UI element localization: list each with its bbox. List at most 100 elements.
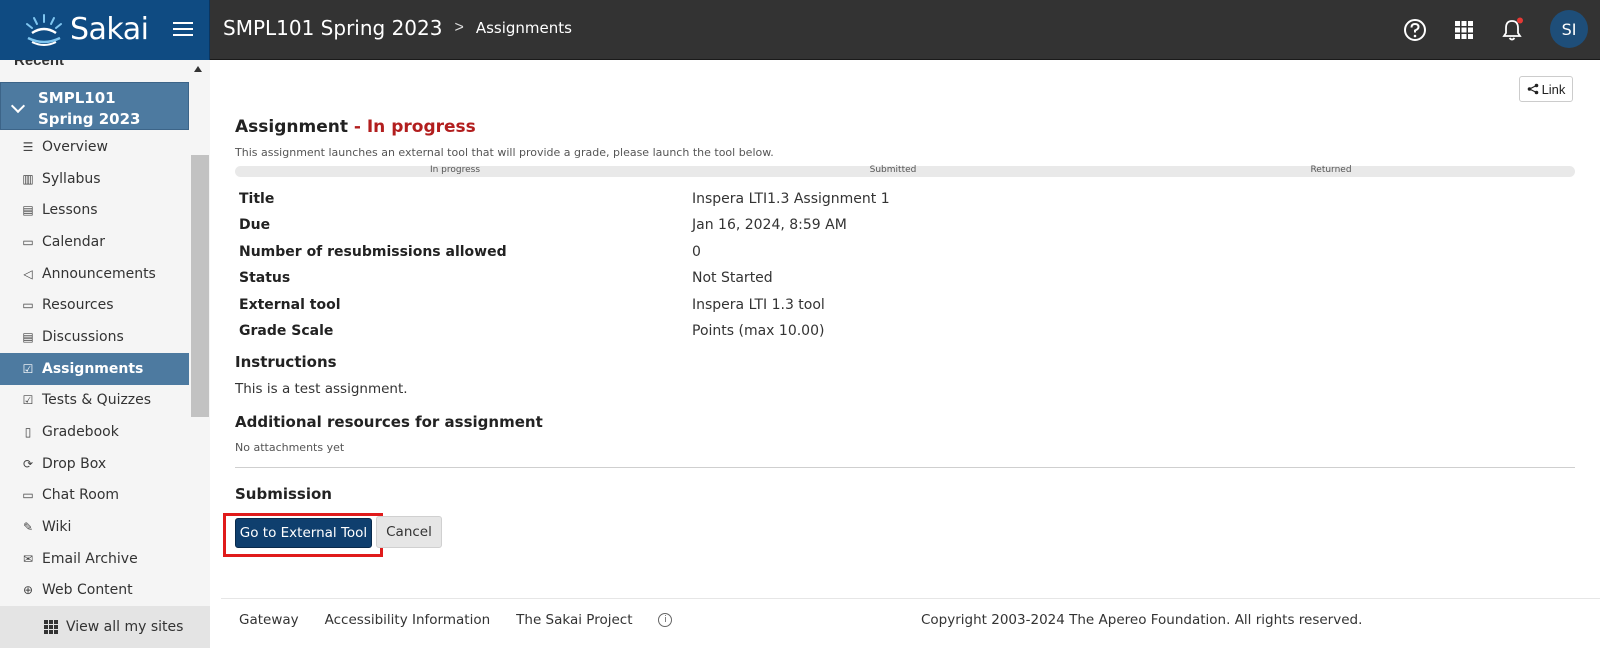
detail-label: Status bbox=[239, 270, 291, 287]
assignment-description: This assignment launches an external too… bbox=[235, 146, 774, 159]
sidebar-item-announcements[interactable]: ◁ Announcements bbox=[0, 258, 189, 290]
footer-link-accessibility[interactable]: Accessibility Information bbox=[325, 612, 491, 628]
sakai-logo[interactable]: Sakai bbox=[24, 12, 149, 47]
sidebar: Recent SMPL101 Spring 2023 ☰ Overview ▥ Sy… bbox=[0, 60, 210, 648]
main-content: Link Assignment - In progress This assig… bbox=[211, 60, 1600, 648]
chevron-down-icon bbox=[10, 98, 26, 114]
copyright-text: Copyright 2003-2024 The Apereo Foundatio… bbox=[921, 612, 1363, 628]
top-header: Sakai SMPL101 Spring 2023 > Assignments … bbox=[0, 0, 1600, 60]
go-to-external-tool-button[interactable]: Go to External Tool bbox=[235, 518, 372, 548]
chat-room-icon: ▭ bbox=[22, 488, 34, 503]
resources-text: No attachments yet bbox=[235, 441, 345, 454]
globe-icon: ⊕ bbox=[22, 583, 34, 598]
detail-value: 0 bbox=[692, 243, 701, 260]
detail-value: Points (max 10.00) bbox=[692, 322, 825, 339]
link-button[interactable]: Link bbox=[1519, 76, 1573, 102]
page-title: Assignment - In progress bbox=[235, 117, 476, 137]
calendar-icon: ▭ bbox=[22, 234, 34, 249]
detail-label: External tool bbox=[239, 296, 341, 313]
detail-value: Inspera LTI1.3 Assignment 1 bbox=[692, 191, 890, 207]
sidebar-item-email-archive[interactable]: ✉ Email Archive bbox=[0, 543, 189, 575]
sidebar-item-web-content[interactable]: ⊕ Web Content bbox=[0, 575, 189, 607]
sidebar-item-lessons[interactable]: ▤ Lessons bbox=[0, 194, 189, 226]
progress-step-returned: Returned bbox=[1310, 165, 1352, 175]
apps-grid-icon[interactable] bbox=[1451, 17, 1477, 43]
site-name-line2: Spring 2023 bbox=[38, 110, 141, 128]
sidebar-item-label: Wiki bbox=[42, 519, 72, 536]
sidebar-item-calendar[interactable]: ▭ Calendar bbox=[0, 226, 189, 258]
edit-icon: ✎ bbox=[22, 520, 34, 535]
sidebar-item-label: Lessons bbox=[42, 202, 98, 219]
scroll-up-arrow[interactable] bbox=[194, 66, 202, 72]
sidebar-item-tests-quizzes[interactable]: ☑ Tests & Quizzes bbox=[0, 385, 189, 417]
breadcrumb-separator: > bbox=[454, 19, 464, 36]
list-icon: ☰ bbox=[22, 139, 34, 154]
instructions-text: This is a test assignment. bbox=[235, 381, 408, 397]
sidebar-item-wiki[interactable]: ✎ Wiki bbox=[0, 511, 189, 543]
sidebar-item-gradebook[interactable]: ▯ Gradebook bbox=[0, 416, 189, 448]
notifications-bell-icon[interactable] bbox=[1499, 17, 1525, 43]
submission-heading: Submission bbox=[235, 485, 332, 503]
sakai-logo-icon bbox=[26, 13, 62, 46]
progress-step-submitted: Submitted bbox=[869, 165, 917, 175]
resources-heading: Additional resources for assignment bbox=[235, 413, 543, 431]
sidebar-item-drop-box[interactable]: ⟳ Drop Box bbox=[0, 448, 189, 480]
help-icon[interactable] bbox=[1402, 17, 1428, 43]
sidebar-item-label: Calendar bbox=[42, 233, 105, 250]
grid-icon bbox=[44, 620, 58, 634]
sidebar-item-label: Gradebook bbox=[42, 424, 119, 441]
view-all-sites-label: View all my sites bbox=[66, 619, 184, 635]
current-site[interactable]: SMPL101 Spring 2023 bbox=[0, 82, 189, 130]
footer-links: Gateway Accessibility Information The Sa… bbox=[239, 612, 673, 628]
footer-divider bbox=[221, 598, 1600, 599]
folder-icon: ▭ bbox=[22, 298, 34, 313]
megaphone-icon: ◁ bbox=[23, 266, 33, 281]
detail-label: Number of resubmissions allowed bbox=[239, 243, 507, 260]
sidebar-item-syllabus[interactable]: ▥ Syllabus bbox=[0, 163, 189, 195]
sidebar-item-label: Email Archive bbox=[42, 550, 138, 567]
sidebar-item-label: Overview bbox=[42, 138, 108, 155]
sidebar-item-label: Resources bbox=[42, 297, 114, 314]
detail-value: Jan 16, 2024, 8:59 AM bbox=[692, 217, 847, 234]
instructions-heading: Instructions bbox=[235, 353, 337, 371]
view-all-sites-button[interactable]: View all my sites bbox=[0, 606, 210, 648]
chat-icon: ▤ bbox=[22, 329, 34, 344]
document-icon: ▤ bbox=[22, 203, 34, 218]
detail-value: Inspera LTI 1.3 tool bbox=[692, 296, 825, 313]
logo-area: Sakai bbox=[0, 0, 210, 60]
sidebar-item-label: Syllabus bbox=[42, 170, 101, 187]
sidebar-item-overview[interactable]: ☰ Overview bbox=[0, 131, 189, 163]
sidebar-item-label: Tests & Quizzes bbox=[42, 392, 152, 409]
assignment-state: - In progress bbox=[347, 117, 476, 137]
sidebar-item-chat-room[interactable]: ▭ Chat Room bbox=[0, 480, 189, 512]
sidebar-item-assignments[interactable]: ☑ Assignments bbox=[0, 352, 189, 385]
sync-icon: ⟳ bbox=[22, 456, 34, 471]
tool-nav: ☰ Overview ▥ Syllabus ▤ Lessons ▭ Calendar ◁… bbox=[0, 131, 189, 606]
hamburger-menu-button[interactable] bbox=[170, 18, 196, 42]
recent-label: Recent bbox=[14, 60, 65, 69]
book-icon: ▯ bbox=[24, 425, 32, 440]
section-divider bbox=[235, 467, 1575, 468]
mail-icon: ✉ bbox=[22, 551, 34, 566]
checkbox-icon: ☑ bbox=[22, 393, 34, 408]
sidebar-item-discussions[interactable]: ▤ Discussions bbox=[0, 321, 189, 353]
info-icon[interactable]: i bbox=[658, 613, 673, 627]
progress-tracker: In progress Submitted Returned bbox=[235, 165, 1575, 177]
sidebar-item-resources[interactable]: ▭ Resources bbox=[0, 289, 189, 321]
progress-step-in-progress: In progress bbox=[429, 165, 481, 175]
sidebar-item-label: Discussions bbox=[42, 328, 124, 345]
footer-link-sakai-project[interactable]: The Sakai Project bbox=[516, 612, 632, 628]
sidebar-scrollbar[interactable] bbox=[191, 155, 209, 417]
link-button-label: Link bbox=[1541, 81, 1566, 97]
sidebar-item-label: Assignments bbox=[42, 360, 144, 377]
detail-label: Due bbox=[239, 217, 271, 234]
logo-text: Sakai bbox=[70, 12, 149, 47]
cancel-button[interactable]: Cancel bbox=[376, 516, 442, 548]
user-avatar[interactable]: SI bbox=[1550, 10, 1588, 48]
breadcrumb-tool[interactable]: Assignments bbox=[476, 19, 572, 37]
breadcrumb-site[interactable]: SMPL101 Spring 2023 bbox=[223, 16, 442, 40]
footer-link-gateway[interactable]: Gateway bbox=[239, 612, 299, 628]
sidebar-item-label: Chat Room bbox=[42, 487, 120, 504]
detail-value: Not Started bbox=[692, 270, 773, 287]
sidebar-item-label: Drop Box bbox=[42, 455, 107, 472]
